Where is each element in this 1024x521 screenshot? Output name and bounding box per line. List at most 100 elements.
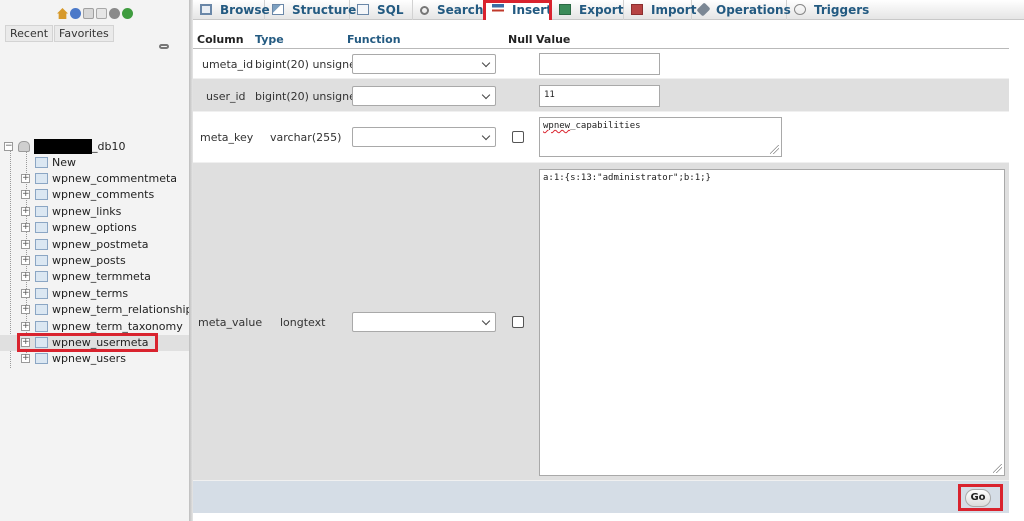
expand-icon[interactable]: + xyxy=(21,354,30,363)
table-item[interactable]: + wpnew_comments xyxy=(0,187,189,203)
type-header[interactable]: Type xyxy=(255,33,284,46)
tab-browse[interactable]: Browse xyxy=(193,0,270,20)
redacted-database-name xyxy=(34,139,92,154)
settings-icon[interactable] xyxy=(109,8,120,19)
logout-icon[interactable] xyxy=(70,8,81,19)
table-name[interactable]: wpnew_comments xyxy=(52,188,154,201)
function-select[interactable] xyxy=(352,127,496,147)
expand-icon[interactable]: + xyxy=(21,322,30,331)
null-checkbox[interactable] xyxy=(512,316,524,328)
table-name[interactable]: wpnew_commentmeta xyxy=(52,172,177,185)
table-icon[interactable] xyxy=(35,353,48,364)
table-name[interactable]: wpnew_posts xyxy=(52,254,126,267)
spellcheck-word: wpnew xyxy=(543,121,571,131)
value-text: _capabilities xyxy=(570,121,641,131)
tab-export[interactable]: Export xyxy=(552,0,624,20)
insert-form: Column Type Function Null Value umeta_id… xyxy=(193,20,1024,521)
table-row: meta_key varchar(255) wpnew_capabilities xyxy=(193,112,1009,163)
column-type: longtext xyxy=(280,316,326,329)
table-item[interactable]: + wpnew_users xyxy=(0,351,189,367)
resize-grip-icon[interactable] xyxy=(770,145,779,154)
expand-icon[interactable]: + xyxy=(21,272,30,281)
table-icon[interactable] xyxy=(35,288,48,299)
table-item[interactable]: + wpnew_termmeta xyxy=(0,269,189,285)
function-header[interactable]: Function xyxy=(347,33,401,46)
expand-icon[interactable]: + xyxy=(21,289,30,298)
table-name[interactable]: wpnew_options xyxy=(52,221,137,234)
triggers-icon xyxy=(794,4,806,15)
table-row: meta_value longtext a:1:{s:13:"administr… xyxy=(193,163,1009,481)
null-checkbox[interactable] xyxy=(512,131,524,143)
nav-tabs: Recent Favorites xyxy=(5,25,115,42)
column-name: umeta_id xyxy=(202,58,254,71)
table-icon[interactable] xyxy=(35,321,48,332)
table-item[interactable]: + wpnew_options xyxy=(0,220,189,236)
column-type: varchar(255) xyxy=(270,131,342,144)
table-name[interactable]: wpnew_terms xyxy=(52,287,128,300)
table-icon[interactable] xyxy=(35,206,48,217)
tab-structure[interactable]: Structure xyxy=(265,0,356,20)
table-item[interactable]: + wpnew_posts xyxy=(0,253,189,269)
export-icon xyxy=(559,4,571,15)
reload-icon[interactable] xyxy=(122,8,133,19)
collapse-icon[interactable]: − xyxy=(4,142,13,151)
table-item[interactable]: + wpnew_postmeta xyxy=(0,237,189,253)
favorites-tab[interactable]: Favorites xyxy=(54,25,114,42)
expand-icon[interactable]: + xyxy=(21,174,30,183)
table-name[interactable]: wpnew_term_relationships xyxy=(52,303,198,316)
sql-icon xyxy=(357,4,369,15)
expand-icon[interactable]: + xyxy=(21,190,30,199)
table-name[interactable]: wpnew_links xyxy=(52,205,121,218)
table-item[interactable]: + wpnew_links xyxy=(0,204,189,220)
expand-icon[interactable]: + xyxy=(21,207,30,216)
value-textarea[interactable]: wpnew_capabilities xyxy=(539,117,782,157)
table-name[interactable]: wpnew_postmeta xyxy=(52,238,149,251)
value-textarea[interactable]: a:1:{s:13:"administrator";b:1;} xyxy=(539,169,1005,476)
import-icon xyxy=(631,4,643,15)
column-type: bigint(20) unsigned xyxy=(255,58,363,71)
table-icon[interactable] xyxy=(35,189,48,200)
tab-operations[interactable]: Operations xyxy=(692,0,791,20)
table-icon[interactable] xyxy=(35,173,48,184)
function-select[interactable] xyxy=(352,54,496,74)
value-input[interactable] xyxy=(539,53,660,75)
tab-import[interactable]: Import xyxy=(624,0,696,20)
value-text: a:1:{s:13:"administrator";b:1;} xyxy=(543,173,711,183)
expand-icon[interactable]: + xyxy=(21,256,30,265)
table-item[interactable]: + wpnew_terms xyxy=(0,286,189,302)
home-icon[interactable] xyxy=(57,8,68,19)
table-name[interactable]: wpnew_term_taxonomy xyxy=(52,320,183,333)
table-icon[interactable] xyxy=(35,271,48,282)
search-icon xyxy=(420,6,429,15)
table-icon[interactable] xyxy=(35,255,48,266)
expand-icon[interactable]: + xyxy=(21,223,30,232)
table-name[interactable]: wpnew_users xyxy=(52,352,126,365)
table-icon[interactable] xyxy=(35,304,48,315)
expand-icon[interactable]: + xyxy=(21,240,30,249)
tab-sql[interactable]: SQL xyxy=(350,0,413,20)
table-icon[interactable] xyxy=(35,222,48,233)
table-name[interactable]: wpnew_termmeta xyxy=(52,270,151,283)
table-item[interactable]: + wpnew_commentmeta xyxy=(0,171,189,187)
new-table-item[interactable]: New xyxy=(0,155,189,171)
expand-icon[interactable]: + xyxy=(21,305,30,314)
recent-tab[interactable]: Recent xyxy=(5,25,54,42)
grid-header: Column Type Function Null Value xyxy=(193,30,1009,49)
table-item[interactable]: + wpnew_term_relationships xyxy=(0,302,198,318)
table-icon[interactable] xyxy=(35,239,48,250)
docs-icon[interactable] xyxy=(83,8,94,19)
function-select[interactable] xyxy=(352,312,496,332)
value-input[interactable]: 11 xyxy=(539,85,660,107)
table-row: umeta_id bigint(20) unsigned xyxy=(193,49,1009,79)
tab-search[interactable]: Search xyxy=(413,0,485,20)
function-select[interactable] xyxy=(352,86,496,106)
tab-triggers[interactable]: Triggers xyxy=(787,0,869,20)
highlight-box xyxy=(17,333,158,352)
sql-docs-icon[interactable] xyxy=(96,8,107,19)
database-icon xyxy=(18,141,30,152)
resize-grip-icon[interactable] xyxy=(993,464,1002,473)
link-icon[interactable] xyxy=(159,44,169,49)
column-header: Column xyxy=(197,33,244,46)
page-edge xyxy=(1009,20,1024,521)
form-footer xyxy=(193,481,1009,513)
